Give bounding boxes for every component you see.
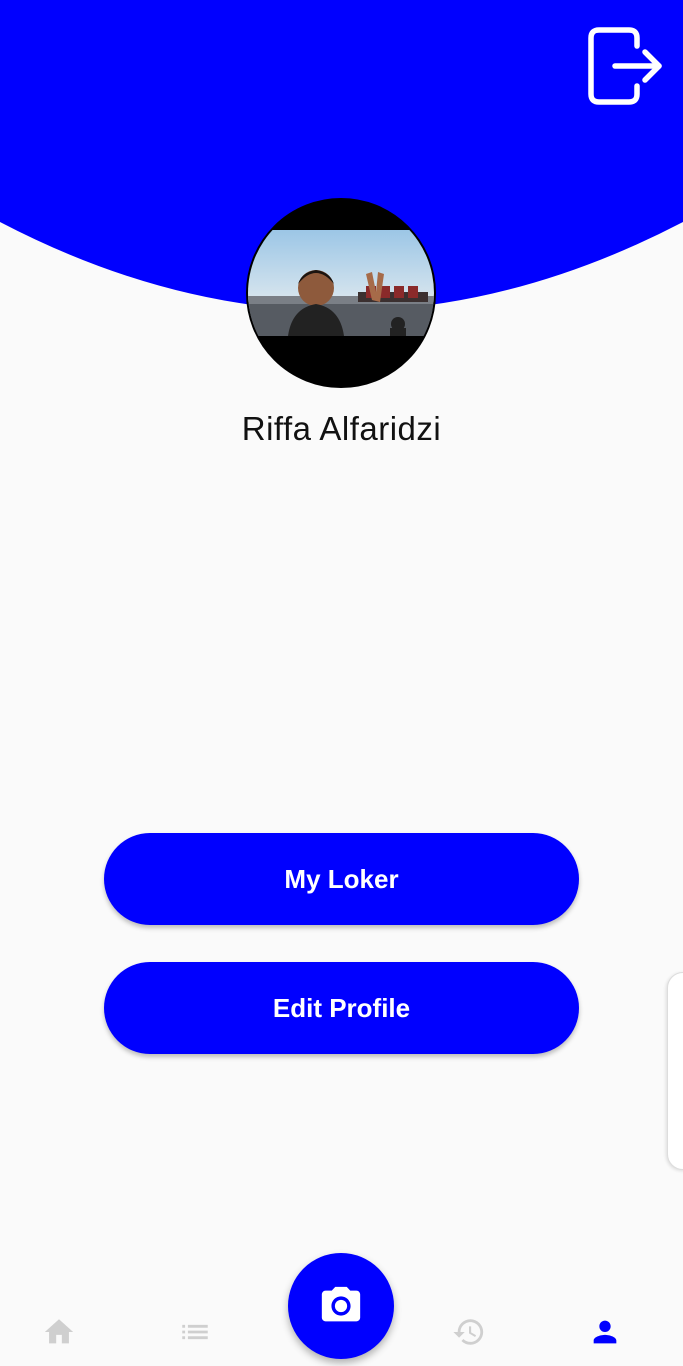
history-icon: [453, 1319, 484, 1345]
profile-name: Riffa Alfaridzi: [241, 410, 442, 447]
camera-button[interactable]: [288, 1253, 394, 1359]
home-icon: [44, 1319, 74, 1344]
logout-icon: [588, 27, 662, 105]
logout-button[interactable]: [585, 26, 665, 106]
nav-profile[interactable]: [585, 1312, 625, 1352]
profile-avatar[interactable]: [246, 198, 436, 388]
edit-profile-button[interactable]: Edit Profile: [104, 962, 579, 1054]
nav-home[interactable]: [39, 1312, 79, 1352]
list-icon: [182, 1324, 208, 1340]
camera-icon: [321, 1286, 361, 1322]
profile-photo: [248, 200, 434, 386]
my-loker-button[interactable]: My Loker: [104, 833, 579, 925]
nav-history[interactable]: [449, 1312, 489, 1352]
side-edge-panel-handle[interactable]: [667, 972, 683, 1170]
nav-list[interactable]: [175, 1312, 215, 1352]
person-icon: [593, 1320, 617, 1344]
